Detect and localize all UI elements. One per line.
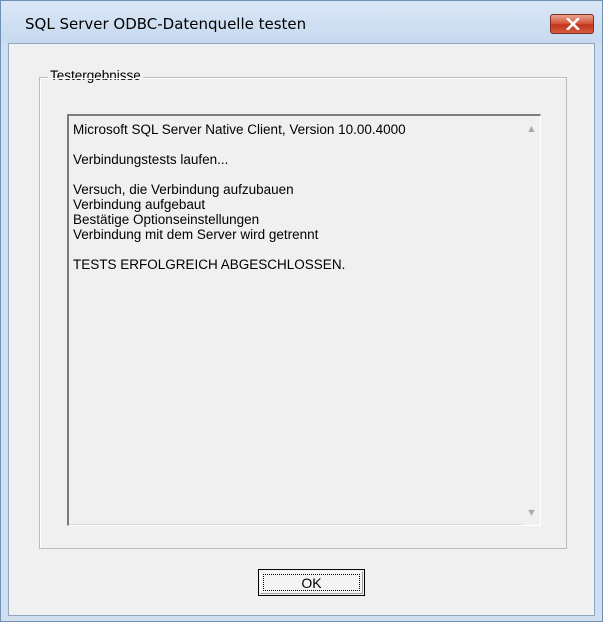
result-line: Bestätige Optionseinstellungen	[73, 212, 260, 227]
dialog-client-area: Testergebnisse Microsoft SQL Server Nati…	[8, 43, 595, 616]
group-label: Testergebnisse	[48, 68, 143, 83]
results-textbox[interactable]: Microsoft SQL Server Native Client, Vers…	[67, 114, 541, 526]
test-results-groupbox: Testergebnisse Microsoft SQL Server Nati…	[39, 68, 567, 549]
close-icon	[566, 18, 580, 30]
result-line: Verbindung mit dem Server wird getrennt	[73, 227, 319, 242]
result-line	[73, 167, 513, 182]
result-line	[73, 137, 513, 152]
scroll-down-arrow-icon[interactable]: ▼	[523, 504, 540, 521]
scroll-up-arrow-icon[interactable]: ▲	[523, 120, 540, 137]
result-line: Microsoft SQL Server Native Client, Vers…	[73, 122, 406, 137]
results-text: Microsoft SQL Server Native Client, Vers…	[73, 122, 513, 272]
result-line: Verbindung aufgebaut	[73, 197, 206, 212]
vertical-scrollbar[interactable]: ▲ ▼	[523, 116, 540, 525]
window-title: SQL Server ODBC-Datenquelle testen	[25, 15, 307, 33]
close-button[interactable]	[550, 14, 594, 34]
result-line: Verbindungstests laufen...	[73, 152, 229, 167]
ok-button[interactable]: OK	[258, 569, 365, 596]
title-bar[interactable]: SQL Server ODBC-Datenquelle testen	[1, 1, 602, 43]
ok-button-label: OK	[301, 575, 322, 591]
result-line: Versuch, die Verbindung aufzubauen	[73, 182, 294, 197]
result-line	[73, 242, 513, 257]
dialog-window: SQL Server ODBC-Datenquelle testen Teste…	[0, 0, 603, 622]
result-line: TESTS ERFOLGREICH ABGESCHLOSSEN.	[73, 257, 346, 272]
